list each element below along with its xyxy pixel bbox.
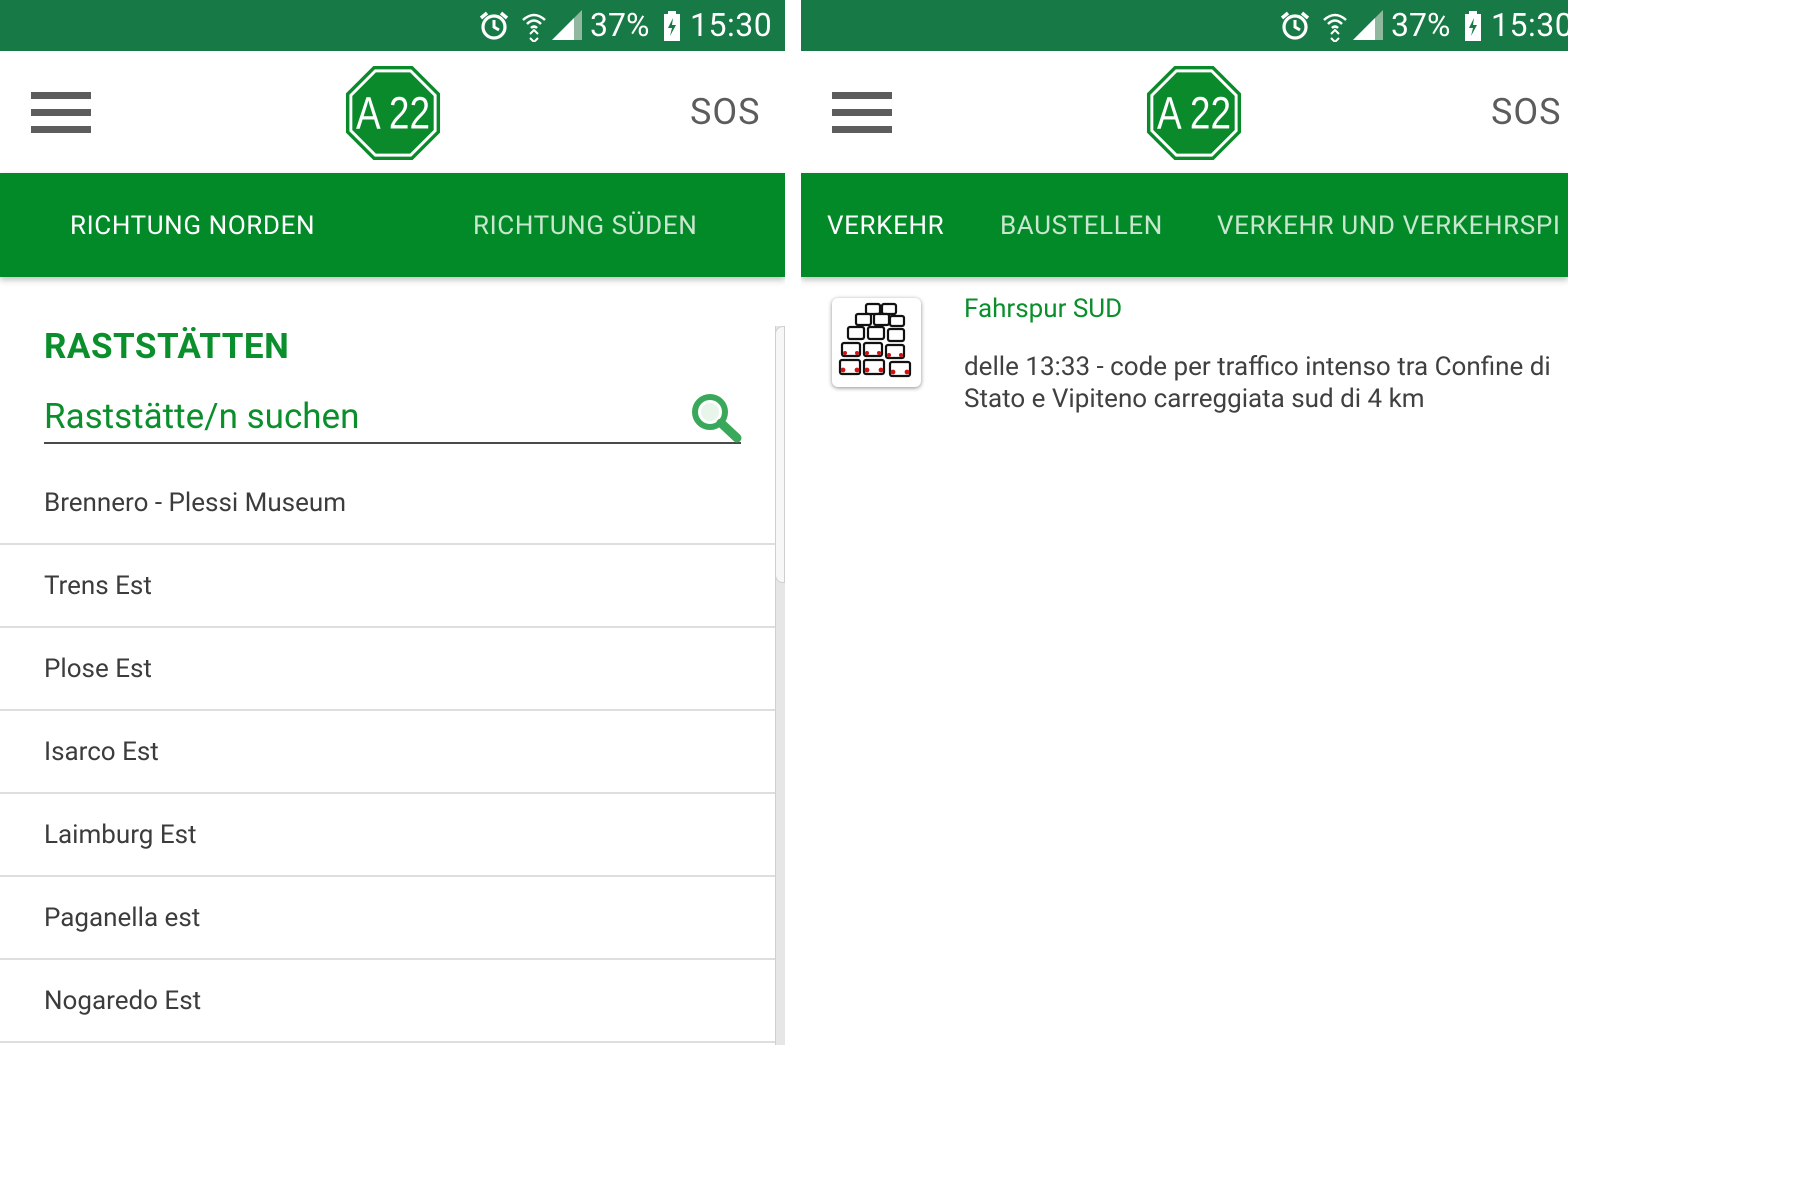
tab-richtung-norden[interactable]: RICHTUNG NORDEN [70, 211, 315, 241]
alarm-icon [479, 11, 509, 40]
traffic-jam-icon [832, 298, 921, 387]
tab-verkehr[interactable]: VERKEHR [827, 211, 944, 241]
battery-percent: 37% [590, 6, 650, 44]
list-item-label: Laimburg Est [44, 820, 197, 850]
right-screen: 37% 15:30 A 22 SOS VERKEHR BAUSTELLEN VE… [801, 0, 1568, 1045]
list-item-label: Brennero - Plessi Museum [44, 488, 347, 518]
left-screen: 37% 15:30 A 22 SOS RICHTUNG NORDEN RICHT… [0, 0, 785, 1045]
status-bar: 37% 15:30 [801, 0, 1568, 51]
list-item-label: Nogaredo Est [44, 986, 202, 1016]
rest-area-list: Brennero - Plessi Museum Trens Est Plose… [0, 462, 775, 1043]
logo-text: A 22 [1157, 88, 1231, 138]
list-item[interactable]: Brennero - Plessi Museum [0, 462, 775, 545]
menu-icon[interactable] [31, 92, 91, 134]
search-input[interactable] [44, 395, 684, 437]
app-bar: A 22 SOS [801, 51, 1568, 173]
tab-bar: VERKEHR BAUSTELLEN VERKEHR UND VERKEHRSP… [801, 173, 1568, 277]
screen-divider [785, 0, 801, 1045]
traffic-item-title[interactable]: Fahrspur SUD [964, 294, 1122, 324]
list-item[interactable]: Plose Est [0, 628, 775, 711]
list-item[interactable]: Isarco Est [0, 711, 775, 794]
section-title: RASTSTÄTTEN [44, 326, 290, 367]
scrollbar-thumb[interactable] [775, 326, 785, 583]
wifi-icon [1323, 13, 1347, 42]
list-item-label: Plose Est [44, 654, 152, 684]
clock: 15:30 [690, 6, 773, 44]
tab-verkehr-und-verkehrsplan[interactable]: VERKEHR UND VERKEHRSPI [1217, 211, 1561, 241]
list-item[interactable]: Paganella est [0, 877, 775, 960]
alarm-icon [1280, 11, 1310, 40]
a22-logo: A 22 [345, 65, 441, 161]
tab-richtung-sueden[interactable]: RICHTUNG SÜDEN [473, 211, 697, 241]
tab-bar: RICHTUNG NORDEN RICHTUNG SÜDEN [0, 173, 785, 277]
list-item[interactable]: Laimburg Est [0, 794, 775, 877]
signal-icon [1353, 10, 1383, 40]
app-bar: A 22 SOS [0, 51, 785, 173]
sos-button[interactable]: SOS [690, 91, 761, 133]
status-bar: 37% 15:30 [0, 0, 785, 51]
traffic-item-description: delle 13:33 - code per traffico intenso … [964, 352, 1551, 414]
logo-text: A 22 [356, 88, 430, 138]
signal-icon [552, 10, 582, 40]
a22-logo: A 22 [1146, 65, 1242, 161]
search-underline [44, 442, 741, 444]
wifi-icon [522, 13, 546, 42]
search-icon[interactable] [688, 391, 744, 443]
list-item[interactable]: Nogaredo Est [0, 960, 775, 1043]
tab-baustellen[interactable]: BAUSTELLEN [1000, 211, 1163, 241]
list-item-label: Trens Est [44, 571, 152, 601]
clock: 15:30 [1491, 6, 1568, 44]
list-item[interactable]: Trens Est [0, 545, 775, 628]
battery-charging-icon [664, 11, 680, 41]
list-item-label: Paganella est [44, 903, 201, 933]
battery-charging-icon [1465, 11, 1481, 41]
sos-button[interactable]: SOS [1491, 91, 1562, 133]
list-item-label: Isarco Est [44, 737, 159, 767]
menu-icon[interactable] [832, 92, 892, 134]
battery-percent: 37% [1391, 6, 1451, 44]
